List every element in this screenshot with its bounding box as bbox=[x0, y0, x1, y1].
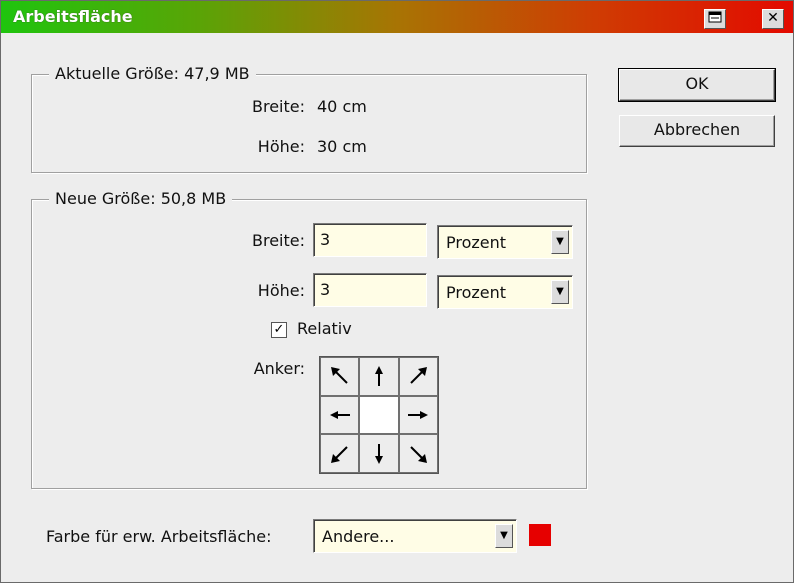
current-width-label: Breite: bbox=[252, 97, 305, 116]
anchor-top-right[interactable] bbox=[398, 357, 438, 396]
anchor-top[interactable] bbox=[359, 357, 399, 396]
arrow-down-right-icon bbox=[410, 445, 428, 463]
new-width-label: Breite: bbox=[252, 231, 305, 250]
anchor-label: Anker: bbox=[253, 359, 305, 378]
anchor-left[interactable] bbox=[320, 395, 360, 435]
help-button[interactable] bbox=[704, 9, 726, 29]
anchor-center[interactable] bbox=[359, 395, 399, 435]
anchor-top-left[interactable] bbox=[320, 357, 360, 396]
chevron-down-icon[interactable]: ▼ bbox=[551, 230, 569, 254]
relative-checkbox[interactable]: ✓ bbox=[271, 322, 287, 338]
close-icon: ✕ bbox=[767, 10, 779, 26]
arrow-up-icon bbox=[374, 366, 383, 387]
canvas-size-dialog: Arbeitsfläche ✕ Aktuelle Größe: 47,9 MB … bbox=[0, 0, 794, 583]
chevron-down-icon[interactable]: ▼ bbox=[551, 280, 569, 304]
arrow-up-right-icon bbox=[410, 367, 428, 385]
current-size-group bbox=[31, 74, 587, 173]
width-unit-value: Prozent bbox=[446, 233, 507, 252]
arrow-down-icon bbox=[374, 443, 383, 464]
window-title: Arbeitsfläche bbox=[13, 7, 133, 26]
extension-color-value: Andere... bbox=[322, 527, 395, 546]
extension-color-select[interactable]: Andere... ▼ bbox=[313, 519, 517, 553]
arrow-right-icon bbox=[408, 410, 429, 419]
anchor-bottom-right[interactable] bbox=[398, 434, 438, 473]
relative-label[interactable]: Relativ bbox=[297, 319, 352, 338]
arrow-down-left-icon bbox=[330, 445, 348, 463]
current-height-label: Höhe: bbox=[257, 137, 305, 156]
width-input[interactable]: 3 bbox=[313, 223, 427, 257]
ok-button[interactable]: OK bbox=[618, 68, 776, 102]
anchor-bottom[interactable] bbox=[359, 434, 399, 473]
width-unit-select[interactable]: Prozent ▼ bbox=[437, 225, 573, 259]
height-unit-select[interactable]: Prozent ▼ bbox=[437, 275, 573, 309]
title-bar[interactable]: Arbeitsfläche ✕ bbox=[1, 1, 793, 33]
height-input[interactable]: 3 bbox=[313, 273, 427, 307]
current-size-legend: Aktuelle Größe: 47,9 MB bbox=[49, 64, 256, 83]
new-size-legend: Neue Größe: 50,8 MB bbox=[49, 189, 233, 208]
help-icon bbox=[708, 11, 722, 23]
close-button[interactable]: ✕ bbox=[762, 9, 784, 29]
extension-color-swatch[interactable] bbox=[529, 524, 551, 546]
cancel-button[interactable]: Abbrechen bbox=[619, 115, 775, 147]
extension-color-label: Farbe für erw. Arbeitsfläche: bbox=[46, 527, 272, 546]
new-height-label: Höhe: bbox=[257, 281, 305, 300]
current-width-value: 40 cm bbox=[317, 97, 367, 116]
anchor-grid[interactable] bbox=[319, 356, 439, 474]
current-height-value: 30 cm bbox=[317, 137, 367, 156]
chevron-down-icon[interactable]: ▼ bbox=[495, 524, 513, 548]
arrow-left-icon bbox=[329, 410, 350, 419]
anchor-bottom-left[interactable] bbox=[320, 434, 360, 473]
anchor-right[interactable] bbox=[398, 395, 438, 435]
height-unit-value: Prozent bbox=[446, 283, 507, 302]
arrow-up-left-icon bbox=[330, 367, 348, 385]
